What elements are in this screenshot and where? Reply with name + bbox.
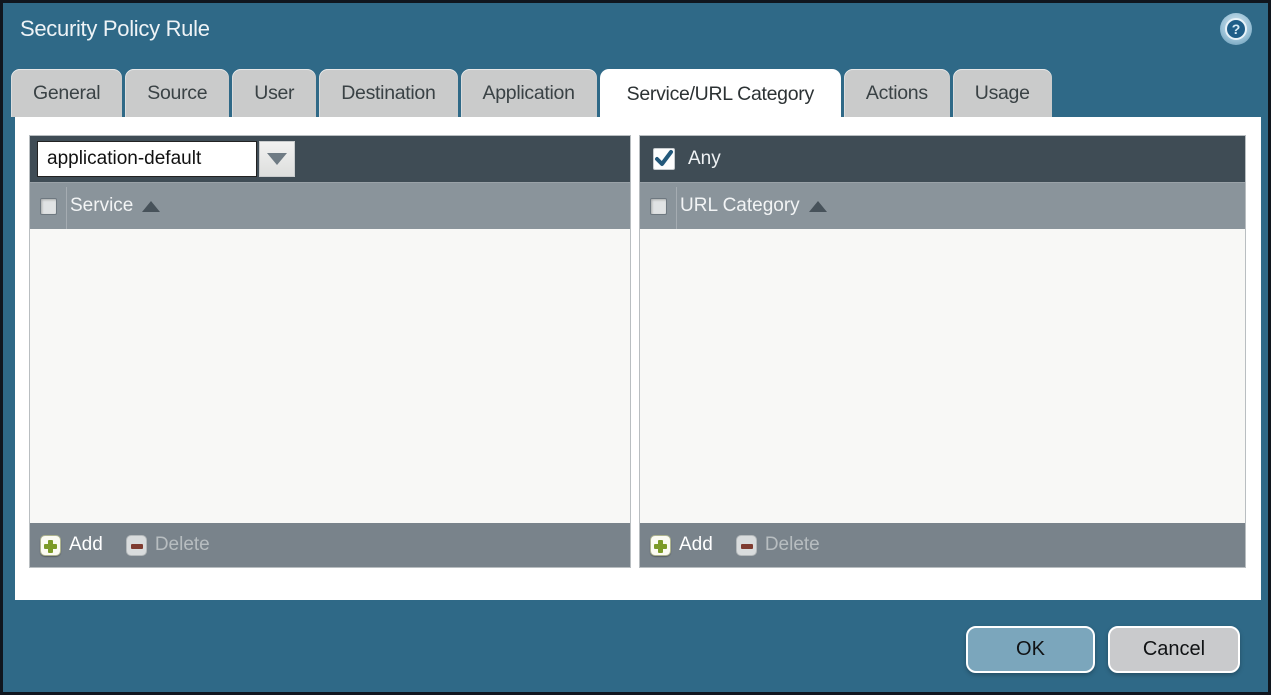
delete-minus-icon [125,534,147,556]
service-dropdown-input[interactable] [37,141,257,177]
tab-actions[interactable]: Actions [843,69,950,117]
url-category-panel: Any URL Category Add Delete [639,135,1246,568]
add-plus-icon [650,534,671,556]
delete-label: Delete [764,534,820,555]
service-footer: Add Delete [30,523,630,567]
sort-asc-icon [808,200,827,212]
service-select-all-checkbox[interactable] [40,197,57,215]
tab-user[interactable]: User [232,69,317,117]
tab-source[interactable]: Source [125,69,230,117]
url-category-column-label: URL Category [680,195,800,216]
tab-usage[interactable]: Usage [952,69,1052,117]
ok-button[interactable]: OK [966,626,1095,673]
screenshot-root: Security Policy Rule ? General Source User… [0,0,1271,695]
any-checkbox[interactable] [653,148,675,170]
add-plus-icon [40,534,61,556]
dialog-title: Security Policy Rule [20,16,210,41]
add-label: Add [69,534,103,555]
service-delete-button[interactable]: Delete [125,534,210,556]
column-divider [676,187,677,229]
security-policy-rule-dialog: Security Policy Rule ? General Source User… [3,3,1268,692]
help-question-icon: ? [1225,18,1247,40]
sort-asc-icon [142,200,161,212]
url-category-add-button[interactable]: Add [650,534,713,556]
dialog-content: Service Add Delete [15,117,1261,600]
url-category-column-header[interactable]: URL Category [640,182,1245,229]
url-category-footer: Add Delete [640,523,1245,567]
add-label: Add [679,534,713,555]
tab-service-url-category[interactable]: Service/URL Category [599,69,841,119]
chevron-down-icon [267,153,287,165]
help-button[interactable]: ? [1220,13,1252,45]
tab-general[interactable]: General [11,69,123,117]
delete-label: Delete [154,534,210,555]
service-panel: Service Add Delete [29,135,631,568]
tab-application[interactable]: Application [460,69,597,117]
service-column-header[interactable]: Service [30,182,630,229]
tab-destination[interactable]: Destination [319,69,458,117]
url-category-topbar: Any [640,136,1245,182]
column-divider [66,187,67,229]
tab-bar: General Source User Destination Application S… [11,69,1052,119]
delete-minus-icon [735,534,757,556]
service-column-label: Service [70,195,134,216]
service-topbar [30,136,630,182]
url-category-list-body [640,229,1245,523]
url-category-select-all-checkbox[interactable] [650,197,667,215]
url-category-delete-button[interactable]: Delete [735,534,820,556]
checkmark-icon [655,150,673,166]
service-dropdown-arrow-button[interactable] [259,141,295,177]
service-list-body [30,229,630,523]
any-label: Any [688,148,721,169]
cancel-button[interactable]: Cancel [1108,626,1240,673]
service-add-button[interactable]: Add [40,534,103,556]
